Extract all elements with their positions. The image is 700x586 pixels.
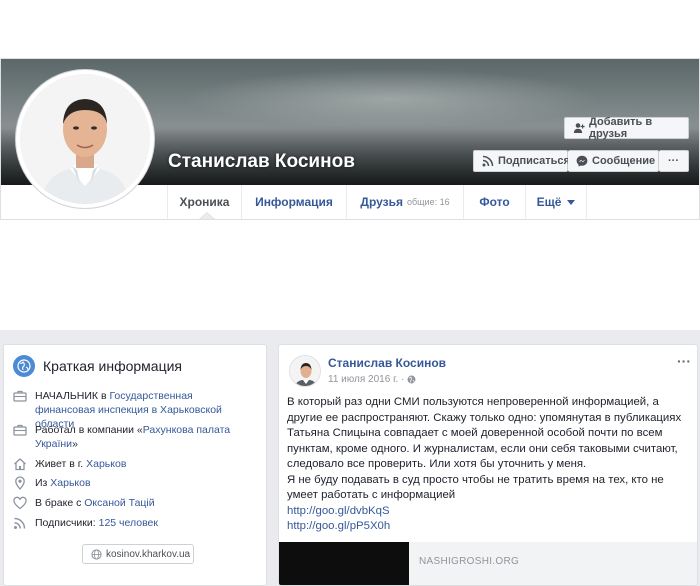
profile-header: Станислав Косинов Добавить в друзья Подп… (0, 58, 700, 220)
intro-from: Из Харьков (13, 476, 253, 490)
current-city-link[interactable]: Харьков (86, 458, 126, 470)
intro-card: Краткая информация НАЧАЛЬНИК в Государст… (3, 344, 267, 586)
profile-name[interactable]: Станислав Косинов (168, 151, 355, 173)
intro-relationship: В браке с Оксаной Тацій (13, 496, 253, 510)
post-options-button[interactable]: ··· (677, 353, 691, 369)
add-friend-button[interactable]: Добавить в друзья (564, 116, 689, 140)
tab-timeline-label: Хроника (179, 195, 230, 209)
intro-lives: Живет в г. Харьков (13, 457, 253, 471)
tab-about-label: Информация (255, 195, 333, 209)
messenger-icon (576, 155, 588, 167)
tab-friends[interactable]: Друзья общие: 16 (346, 185, 463, 219)
post-body: В который раз одни СМИ пользуются непров… (287, 395, 691, 535)
briefcase-icon (13, 389, 27, 403)
post-author-avatar[interactable] (289, 355, 321, 387)
tab-more-label: Ещё (536, 195, 562, 209)
link-preview-image[interactable] (279, 542, 409, 585)
author-photo-icon (290, 356, 320, 386)
tab-photos-label: Фото (479, 195, 510, 209)
more-options-button[interactable]: ··· (659, 150, 689, 172)
home-icon (13, 457, 27, 471)
subscribe-button[interactable]: Подписаться (473, 150, 570, 172)
add-friend-label: Добавить в друзья (589, 116, 653, 140)
location-pin-icon (13, 476, 27, 490)
website-label: kosinov.kharkov.ua (106, 548, 191, 560)
intro-worked: Работал в компании «Рахункова палата Укр… (13, 423, 253, 451)
hometown-link[interactable]: Харьков (50, 477, 90, 489)
message-label: Сообщение (592, 155, 656, 167)
profile-picture[interactable] (15, 69, 155, 209)
subscribe-label: Подписаться (498, 155, 570, 167)
public-globe-icon (407, 375, 416, 384)
profile-photo-icon (20, 74, 150, 204)
briefcase-icon (13, 423, 27, 437)
intro-followers: Подписчики: 125 человек (13, 516, 253, 530)
intro-title: Краткая информация (43, 358, 182, 374)
tab-photos[interactable]: Фото (463, 185, 525, 219)
post-paragraph-1: В который раз одни СМИ пользуются непров… (287, 396, 682, 470)
globe-icon (13, 355, 35, 377)
link-preview-source: NASHIGROSHI.ORG (419, 556, 520, 567)
message-button[interactable]: Сообщение (568, 150, 659, 172)
tab-friends-label: Друзья (360, 195, 403, 209)
chevron-down-icon (567, 199, 576, 205)
heart-icon (13, 496, 27, 510)
tab-about[interactable]: Информация (241, 185, 346, 219)
more-options-icon: ··· (668, 155, 679, 167)
post-link-1[interactable]: http://goo.gl/dvbKqS (287, 504, 691, 520)
mutual-friends-count: общие: 16 (406, 197, 450, 207)
post-link-2[interactable]: http://goo.gl/pP5X0h (287, 519, 691, 535)
rss-icon (13, 516, 27, 530)
tab-more[interactable]: Ещё (525, 185, 586, 219)
post-paragraph-2: Я не буду подавать в суд просто чтобы не… (287, 473, 664, 502)
timeline-post: Станислав Косинов 11 июля 2016 г. · ··· … (278, 344, 698, 586)
add-friend-icon (573, 123, 585, 133)
website-link[interactable]: kosinov.kharkov.ua (82, 544, 194, 564)
post-timestamp[interactable]: 11 июля 2016 г. · (328, 374, 416, 385)
post-author-name[interactable]: Станислав Косинов (328, 356, 446, 370)
spouse-link[interactable]: Оксаной Тацій (84, 497, 154, 509)
globe-icon (91, 548, 102, 560)
rss-icon (482, 155, 494, 167)
active-tab-indicator (199, 212, 215, 219)
followers-link[interactable]: 125 человек (99, 517, 158, 529)
